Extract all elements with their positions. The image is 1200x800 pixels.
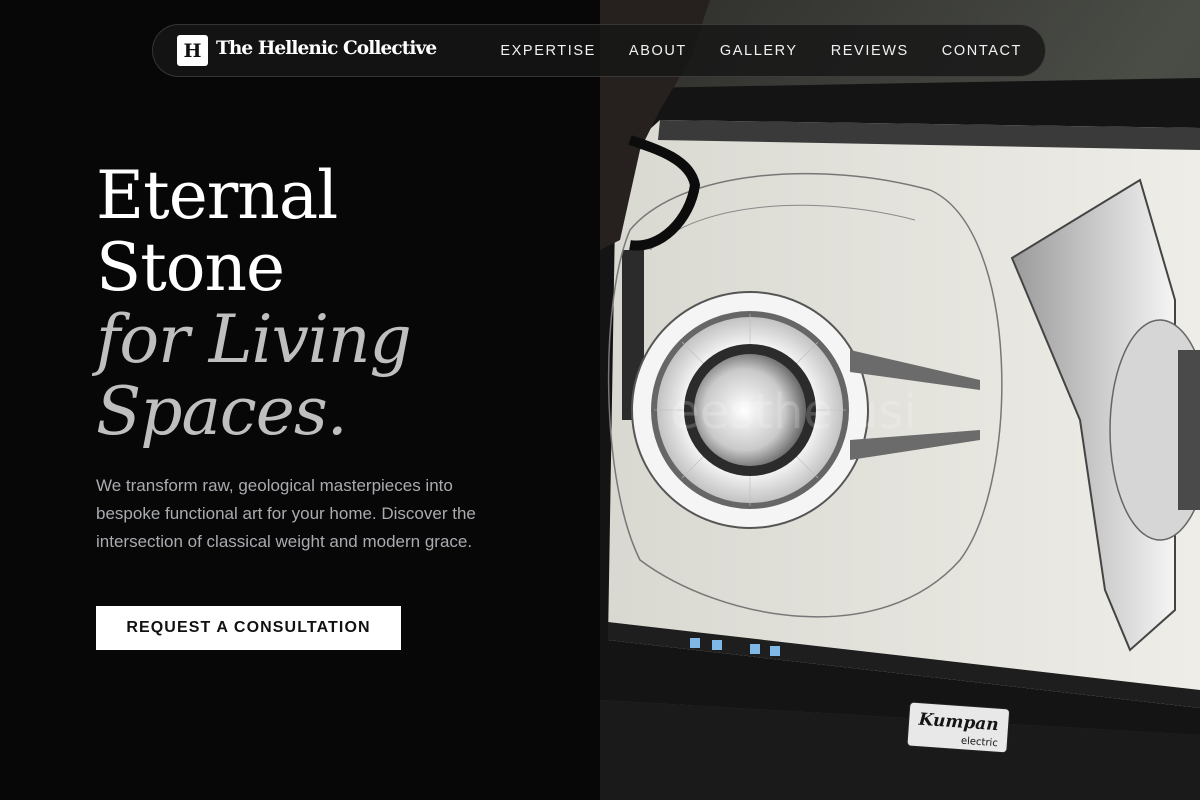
logo-mark[interactable]: H <box>177 35 208 66</box>
nav-link-expertise[interactable]: EXPERTISE <box>500 43 596 59</box>
hero-title-line-4: Spaces. <box>96 373 348 450</box>
hero-title-line-2: Stone <box>96 229 285 306</box>
svg-text:eesthe usi: eesthe usi <box>670 384 917 440</box>
brand-name[interactable]: The Hellenic Collective <box>216 38 437 59</box>
hero-title: Eternal Stone for Living Spaces. <box>96 157 412 450</box>
hero-title-line-1: Eternal <box>96 157 338 234</box>
nav-link-reviews[interactable]: REVIEWS <box>831 43 909 59</box>
nav-link-contact[interactable]: CONTACT <box>942 43 1022 59</box>
nav-links: EXPERTISE ABOUT GALLERY REVIEWS CONTACT <box>500 25 1022 76</box>
request-consultation-button[interactable]: REQUEST A CONSULTATION <box>96 606 401 650</box>
hero-description: We transform raw, geological masterpiece… <box>96 476 476 551</box>
nav-link-about[interactable]: ABOUT <box>629 43 687 59</box>
hero-photo: eesthe usi Kumpan electric <box>600 0 1200 800</box>
nav-link-gallery[interactable]: GALLERY <box>720 43 798 59</box>
top-navbar: H The Hellenic Collective EXPERTISE ABOU… <box>152 24 1046 77</box>
design-monitor-image: eesthe usi Kumpan electric <box>600 0 1200 800</box>
hero-title-line-3: for Living <box>96 301 412 378</box>
